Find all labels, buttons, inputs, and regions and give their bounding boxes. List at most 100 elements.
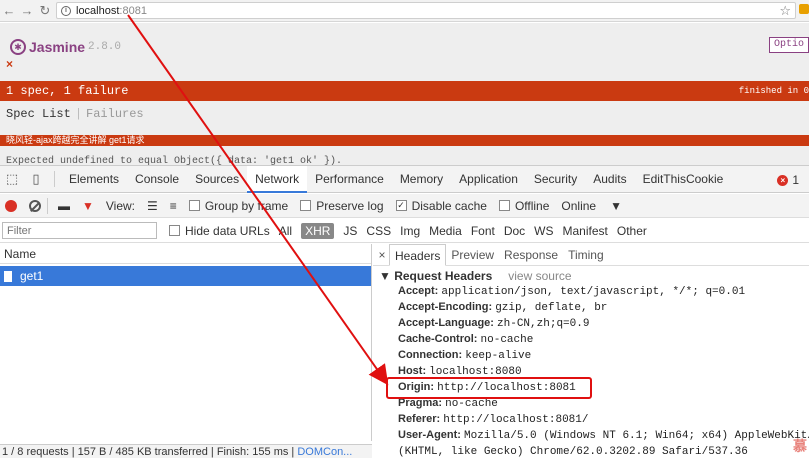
type-js[interactable]: JS — [343, 224, 357, 238]
type-xhr[interactable]: XHR — [301, 222, 335, 239]
inspect-element-icon[interactable]: ⬚ — [0, 166, 24, 193]
tab-sources[interactable]: Sources — [187, 166, 247, 193]
checkbox-icon[interactable] — [498, 200, 510, 211]
status-summary: 1 / 8 requests | 157 B / 485 KB transfer… — [2, 446, 298, 458]
domcontentloaded-link[interactable]: DOMCon... — [297, 446, 352, 458]
tab-audits[interactable]: Audits — [585, 166, 634, 193]
document-icon — [4, 270, 12, 282]
error-badge[interactable]: × 1 — [777, 173, 799, 187]
tab-performance[interactable]: Performance — [307, 166, 392, 193]
tab-editthiscookie[interactable]: EditThisCookie — [635, 166, 732, 193]
header-value: no-cache — [445, 398, 498, 410]
tab-headers[interactable]: Headers — [389, 244, 447, 266]
name-column-header[interactable]: Name — [0, 244, 371, 264]
table-row[interactable]: get1 — [0, 266, 371, 286]
forward-icon[interactable]: → — [18, 2, 36, 20]
header-value: zh-CN,zh;q=0.9 — [497, 318, 590, 330]
screenshot-camera-icon[interactable]: ▬ — [58, 199, 70, 213]
spec-list-link[interactable]: Spec List — [6, 107, 71, 121]
view-source-link[interactable]: view source — [508, 269, 571, 283]
header-line: Accept-Language: zh-CN,zh;q=0.9 — [373, 315, 809, 331]
type-img[interactable]: Img — [400, 224, 420, 238]
request-list: Name get1 — [0, 244, 372, 441]
devtools-tabbar: ⬚ ▯ Elements Console Sources Network Per… — [0, 165, 809, 193]
failed-spec-title[interactable]: 晓风轻-ajax跨越完全讲解 get1请求 — [0, 135, 809, 146]
waterfall-view-icon[interactable]: ≡ — [170, 199, 177, 213]
network-filter-bar: Hide data URLs All XHR JS CSS Img Media … — [0, 219, 809, 243]
type-css[interactable]: CSS — [366, 224, 391, 238]
type-font[interactable]: Font — [471, 224, 495, 238]
list-view-icon[interactable]: ☰ — [147, 199, 158, 213]
tab-application[interactable]: Application — [451, 166, 526, 193]
address-bar[interactable]: i localhost:8081 — [56, 2, 796, 19]
header-value: application/json, text/javascript, */*; … — [441, 286, 746, 298]
type-ws[interactable]: WS — [534, 224, 553, 238]
checkbox-icon[interactable] — [169, 225, 180, 236]
preserve-log-checkbox[interactable]: Preserve log — [300, 198, 384, 213]
type-media[interactable]: Media — [429, 224, 462, 238]
header-line: Cache-Control: no-cache — [373, 331, 809, 347]
tab-security[interactable]: Security — [526, 166, 585, 193]
group-by-frame-checkbox[interactable]: Group by frame — [188, 199, 288, 213]
preserve-log-label: Preserve log — [316, 198, 384, 213]
filter-input[interactable] — [2, 222, 157, 239]
header-value: gzip, deflate, br — [495, 302, 608, 314]
offline-checkbox[interactable]: Offline — [498, 198, 550, 213]
header-line: Accept: application/json, text/javascrip… — [373, 283, 809, 299]
jasmine-name: Jasmine — [29, 39, 86, 55]
checkbox-checked-icon[interactable]: ✓ — [395, 200, 407, 211]
error-icon: × — [777, 174, 789, 186]
close-icon[interactable]: × — [6, 57, 13, 71]
header-key: User-Agent: — [398, 429, 461, 441]
reload-icon[interactable]: ↻ — [36, 2, 54, 20]
header-value: (KHTML, like Gecko) Chrome/62.0.3202.89 … — [398, 446, 748, 458]
dropdown-arrow-icon[interactable]: ▼ — [610, 199, 622, 213]
network-toolbar: ▬ ▼ View: ☰ ≡ Group by frame Preserve lo… — [0, 194, 809, 218]
type-manifest[interactable]: Manifest — [563, 224, 608, 238]
checkbox-icon[interactable] — [300, 200, 312, 211]
close-details-icon[interactable]: × — [375, 248, 389, 262]
failures-link[interactable]: Failures — [86, 107, 144, 121]
hide-data-urls-checkbox[interactable]: Hide data URLs — [169, 224, 270, 238]
tab-elements[interactable]: Elements — [61, 166, 127, 193]
request-name: get1 — [20, 269, 44, 283]
bookmark-star-icon[interactable]: ☆ — [779, 3, 791, 19]
view-label: View: — [105, 198, 136, 213]
device-toolbar-icon[interactable]: ▯ — [24, 166, 48, 193]
request-headers-title: ▼ Request Headers — [379, 269, 493, 283]
header-key: Host: — [398, 365, 427, 377]
type-doc[interactable]: Doc — [504, 224, 525, 238]
request-headers-section[interactable]: ▼ Request Headers view source — [373, 269, 809, 283]
record-icon[interactable] — [5, 199, 17, 212]
type-other[interactable]: Other — [617, 224, 647, 238]
throttle-select[interactable]: Online — [561, 199, 596, 213]
tab-network[interactable]: Network — [247, 165, 308, 193]
request-details-pane: × Headers Preview Response Timing ▼ Requ… — [373, 244, 809, 458]
browser-toolbar: ← → ↻ i localhost:8081 ☆ — [0, 0, 809, 22]
info-icon[interactable]: i — [61, 5, 71, 16]
offline-label: Offline — [514, 198, 550, 213]
watermark-logo: 慕 — [793, 438, 807, 454]
filter-funnel-icon[interactable]: ▼ — [82, 199, 94, 213]
checkbox-icon[interactable] — [188, 200, 200, 211]
url-port: :8081 — [119, 4, 147, 17]
tab-divider — [54, 171, 55, 187]
header-key: Referer: — [398, 413, 441, 425]
disable-cache-checkbox[interactable]: ✓ Disable cache — [395, 199, 487, 213]
extension-icon[interactable] — [799, 4, 809, 14]
details-tabbar: × Headers Preview Response Timing — [373, 244, 809, 266]
options-button[interactable]: Optio — [769, 37, 809, 53]
jasmine-logo: ✱ Jasmine — [10, 39, 85, 55]
type-all[interactable]: All — [279, 224, 292, 238]
clear-icon[interactable] — [29, 199, 41, 212]
jasmine-star-icon: ✱ — [10, 39, 26, 55]
header-value: Mozilla/5.0 (Windows NT 6.1; Win64; x64)… — [464, 430, 809, 442]
tab-preview[interactable]: Preview — [446, 244, 499, 266]
tab-response[interactable]: Response — [499, 244, 563, 266]
back-icon[interactable]: ← — [0, 2, 18, 20]
tab-memory[interactable]: Memory — [392, 166, 451, 193]
tab-console[interactable]: Console — [127, 166, 187, 193]
header-key: Accept: — [398, 285, 439, 297]
tab-timing[interactable]: Timing — [563, 244, 609, 266]
spec-tabs: Spec List | Failures — [6, 107, 144, 121]
